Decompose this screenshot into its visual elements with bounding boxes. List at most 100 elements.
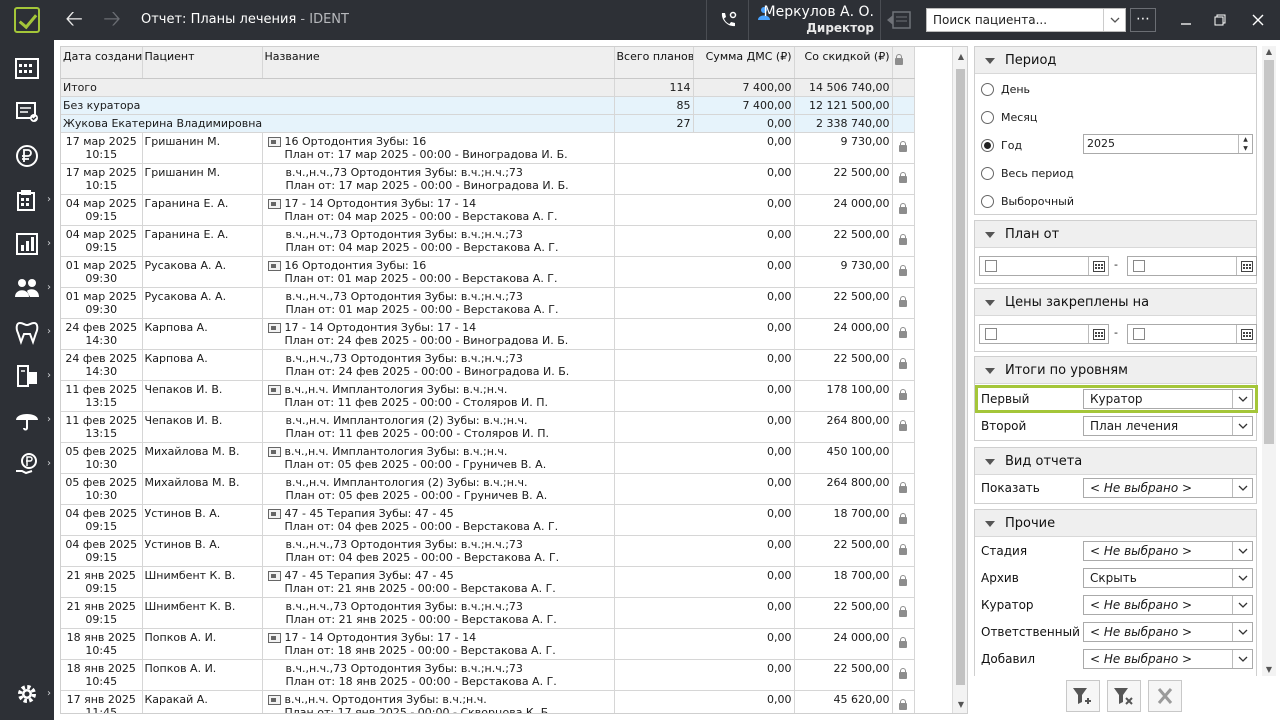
cell-lock[interactable] [892, 380, 915, 412]
sidebar-item-payments[interactable] [0, 134, 54, 178]
prices-fixed-header[interactable]: Цены закреплены на [975, 289, 1256, 316]
cell-lock[interactable] [892, 318, 915, 350]
cell-lock[interactable] [892, 535, 915, 567]
table-row[interactable]: 04 мар 2025 09:15 Гаранина Е. А. 17 - 14 Ор… [61, 194, 915, 226]
table-row[interactable]: 11 фев 2025 13:15 Чепаков И. В. в.ч.,н.ч. И… [61, 411, 915, 443]
cell-lock[interactable] [892, 349, 915, 381]
sidebar-item-monitor[interactable] [0, 90, 54, 134]
period-option[interactable]: День [981, 79, 1030, 99]
sidebar-item-insurance[interactable]: › [0, 398, 54, 442]
scroll-down-icon[interactable]: ▼ [953, 697, 967, 713]
cell-lock[interactable] [892, 442, 915, 474]
cell-lock[interactable] [892, 132, 915, 164]
table-row[interactable]: 17 мар 2025 10:15 Гришанин М. 16 Ортодонтия… [61, 132, 915, 164]
year-input[interactable]: 2025 ▲ ▼ [1083, 134, 1253, 154]
period-option[interactable]: Выборочный [981, 191, 1074, 211]
user-info[interactable]: Меркулов А. О. Директор [752, 4, 874, 35]
table-row[interactable]: 01 мар 2025 09:30 Русакова А. А. в.ч.,н.ч.,… [61, 287, 915, 319]
cell-lock[interactable] [892, 504, 915, 536]
show-select[interactable]: < Не выбрано > [1083, 478, 1253, 498]
table-row[interactable]: 11 фев 2025 13:15 Чепаков И. В. в.ч.,н.ч. И… [61, 380, 915, 412]
col-header-patient[interactable]: Пациент [142, 47, 263, 79]
radio-button[interactable] [981, 166, 994, 180]
table-row[interactable]: 01 мар 2025 09:30 Русакова А. А. 16 Ортодон… [61, 256, 915, 288]
sidebar-item-devices[interactable]: › [0, 354, 54, 398]
other-header[interactable]: Прочие [975, 510, 1256, 537]
date-checkbox[interactable] [1133, 328, 1145, 340]
search-dropdown-chevron-icon[interactable] [1103, 9, 1125, 31]
document-icon[interactable] [267, 136, 281, 147]
document-icon[interactable] [267, 508, 281, 519]
cell-lock[interactable] [892, 225, 915, 257]
table-row[interactable]: 24 фев 2025 14:30 Карпова А. в.ч.,н.ч.,73 О… [61, 349, 915, 381]
table-row[interactable]: 21 янв 2025 09:15 Шнимбент К. В. 47 - 45 Те… [61, 566, 915, 598]
prices-start-date[interactable] [979, 324, 1109, 344]
total-row[interactable]: Итого 114 7 400,00 14 506 740,00 [61, 78, 915, 97]
patient-search[interactable] [926, 8, 1126, 32]
phone-settings-icon[interactable] [712, 6, 744, 34]
apply-filter-button[interactable] [1066, 680, 1100, 712]
table-row[interactable]: 21 янв 2025 09:15 Шнимбент К. В. в.ч.,н.ч.,… [61, 597, 915, 629]
document-icon[interactable] [267, 446, 281, 457]
other-field-select[interactable]: < Не выбрано > [1083, 649, 1253, 669]
col-header-dms[interactable]: Сумма ДМС (₽) [693, 47, 795, 79]
scroll-thumb[interactable] [956, 69, 965, 685]
cell-lock[interactable] [892, 163, 915, 195]
table-row[interactable]: 17 мар 2025 10:15 Гришанин М. в.ч.,н.ч.,73 … [61, 163, 915, 195]
search-input[interactable] [927, 9, 1103, 31]
scroll-down-icon[interactable]: ▼ [1262, 664, 1276, 676]
other-field-select[interactable]: < Не выбрано > [1083, 595, 1253, 615]
cell-lock[interactable] [892, 411, 915, 443]
calendar-icon[interactable] [1088, 325, 1108, 343]
document-icon[interactable] [267, 260, 281, 271]
first-level-select[interactable]: Куратор [1083, 389, 1253, 409]
back-arrow-icon[interactable]: 🡠 [60, 6, 88, 34]
year-spinner[interactable]: ▲ ▼ [1238, 135, 1252, 153]
cell-lock[interactable] [892, 473, 915, 505]
view-header[interactable]: Вид отчета [975, 448, 1256, 475]
sidebar-settings[interactable]: › [0, 672, 54, 716]
table-row[interactable]: 18 янв 2025 10:45 Попков А. И. в.ч.,н.ч.,73… [61, 659, 915, 691]
period-header[interactable]: Период [975, 47, 1256, 74]
radio-button[interactable] [981, 138, 994, 152]
app-logo[interactable] [0, 0, 54, 40]
restore-icon[interactable] [1208, 8, 1232, 32]
cell-lock[interactable] [892, 597, 915, 629]
cell-lock[interactable] [892, 194, 915, 226]
scroll-up-icon[interactable]: ▲ [1262, 46, 1276, 58]
sidebar-item-schedule[interactable] [0, 46, 54, 90]
table-row[interactable]: 04 фев 2025 09:15 Устинов В. А. 47 - 45 Тер… [61, 504, 915, 536]
group-row[interactable]: Без куратора 85 7 400,00 12 121 500,00 [61, 96, 915, 115]
prices-end-date[interactable] [1127, 324, 1257, 344]
cell-lock[interactable] [892, 287, 915, 319]
plan-from-header[interactable]: План от [975, 221, 1256, 248]
more-menu-button[interactable]: ⋯ [1130, 8, 1156, 32]
col-header-discount[interactable]: Со скидкой (₽) [794, 47, 893, 79]
date-checkbox[interactable] [985, 260, 997, 272]
close-icon[interactable] [1246, 8, 1270, 32]
panel-scrollbar[interactable]: ▲ ▼ [1262, 46, 1276, 676]
col-header-name[interactable]: Название [262, 47, 615, 79]
table-row[interactable]: 18 янв 2025 10:45 Попков А. И. 17 - 14 Орто… [61, 628, 915, 660]
grid-vertical-scrollbar[interactable]: ▲ ▼ [952, 47, 967, 713]
col-header-created[interactable]: Дата создания [61, 47, 143, 79]
document-icon[interactable] [267, 570, 281, 581]
radio-button[interactable] [981, 82, 994, 96]
col-header-plans[interactable]: Всего планов [614, 47, 694, 79]
clear-filter-button[interactable] [1107, 680, 1141, 712]
calendar-icon[interactable] [1236, 257, 1256, 275]
col-header-lock[interactable] [892, 47, 915, 79]
table-row[interactable]: 05 фев 2025 10:30 Михайлова М. В. в.ч.,н.ч.… [61, 442, 915, 474]
group-row[interactable]: Жукова Екатерина Владимировна 27 0,00 2 … [61, 114, 915, 133]
scroll-up-icon[interactable]: ▲ [953, 49, 967, 65]
plan-from-start-date[interactable] [979, 256, 1109, 276]
second-level-select[interactable]: План лечения [1083, 416, 1253, 436]
table-row[interactable]: 17 янв 2025 11:45 Каракай А. в.ч.,н.ч. Орто… [61, 690, 915, 713]
forward-arrow-icon[interactable]: 🡢 [98, 6, 126, 34]
document-icon[interactable] [267, 632, 281, 643]
document-icon[interactable] [267, 694, 281, 705]
cell-lock[interactable] [892, 566, 915, 598]
calendar-icon[interactable] [1236, 325, 1256, 343]
radio-button[interactable] [981, 110, 994, 124]
period-option[interactable]: Год [981, 135, 1022, 155]
